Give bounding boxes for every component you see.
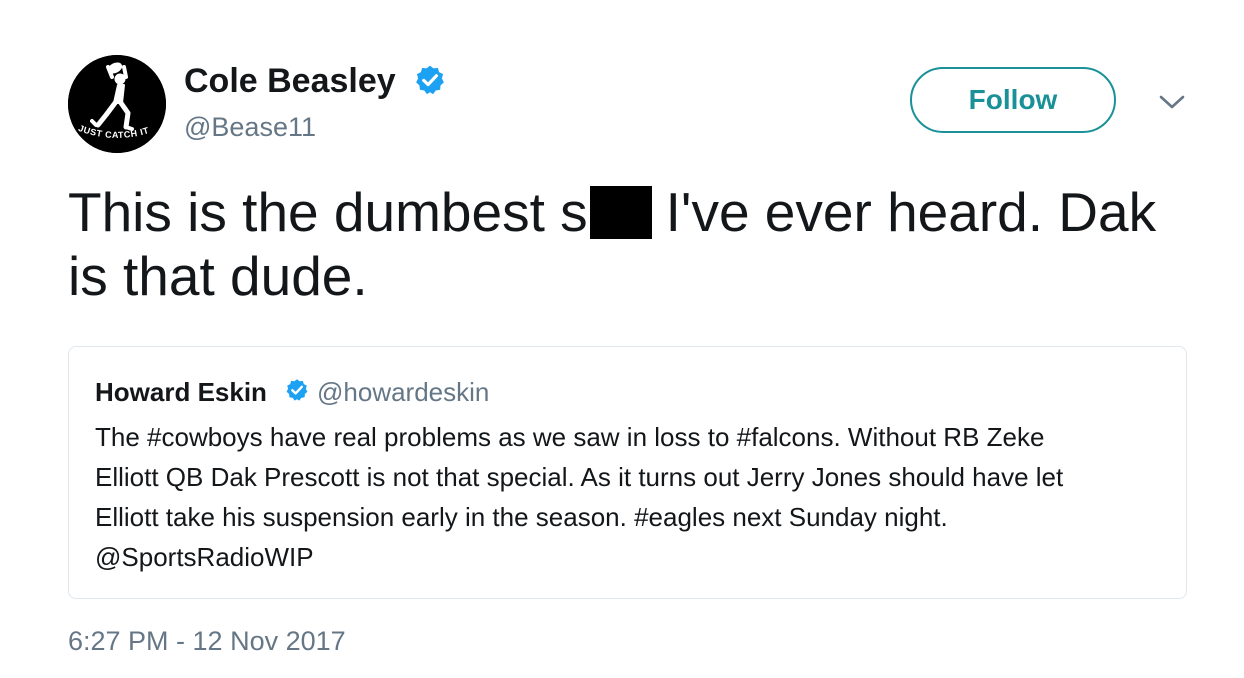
- quoted-text-line: The #cowboys have real problems as we sa…: [95, 422, 1045, 452]
- quoted-tweet-text: The #cowboys have real problems as we sa…: [95, 417, 1165, 577]
- tweet-text: This is the dumbest s I've ever heard. Da…: [68, 180, 1198, 308]
- quoted-tweet[interactable]: Howard Eskin @howardeskin The #cowboys h…: [68, 346, 1187, 599]
- quoted-text-line: @SportsRadioWIP: [95, 542, 314, 572]
- quoted-verified-badge-icon: [286, 379, 308, 401]
- follow-button[interactable]: Follow: [910, 67, 1116, 133]
- quoted-author-handle: @howardeskin: [317, 377, 490, 407]
- author-avatar[interactable]: JUST CATCH IT: [68, 55, 166, 153]
- redaction-box: [589, 186, 652, 239]
- tweet-timestamp[interactable]: 6:27 PM - 12 Nov 2017: [68, 626, 346, 657]
- tweet-card: JUST CATCH IT Cole Beasley @Bease11 Foll…: [0, 0, 1244, 678]
- quoted-author-name: Howard Eskin: [95, 377, 267, 407]
- tweet-text-part-2: I've ever heard. Dak: [665, 181, 1157, 243]
- tweet-text-part-1: This is the dumbest s: [68, 181, 588, 243]
- author-name[interactable]: Cole Beasley: [184, 62, 396, 101]
- author-handle[interactable]: @Bease11: [184, 112, 316, 143]
- verified-badge-icon: [416, 65, 444, 95]
- chevron-down-icon[interactable]: [1158, 92, 1186, 112]
- quoted-text-line: Elliott QB Dak Prescott is not that spec…: [95, 462, 1064, 492]
- football-player-catch-avatar: JUST CATCH IT: [68, 55, 166, 153]
- quoted-text-line: Elliott take his suspension early in the…: [95, 502, 948, 532]
- tweet-text-part-3: is that dude.: [68, 245, 368, 307]
